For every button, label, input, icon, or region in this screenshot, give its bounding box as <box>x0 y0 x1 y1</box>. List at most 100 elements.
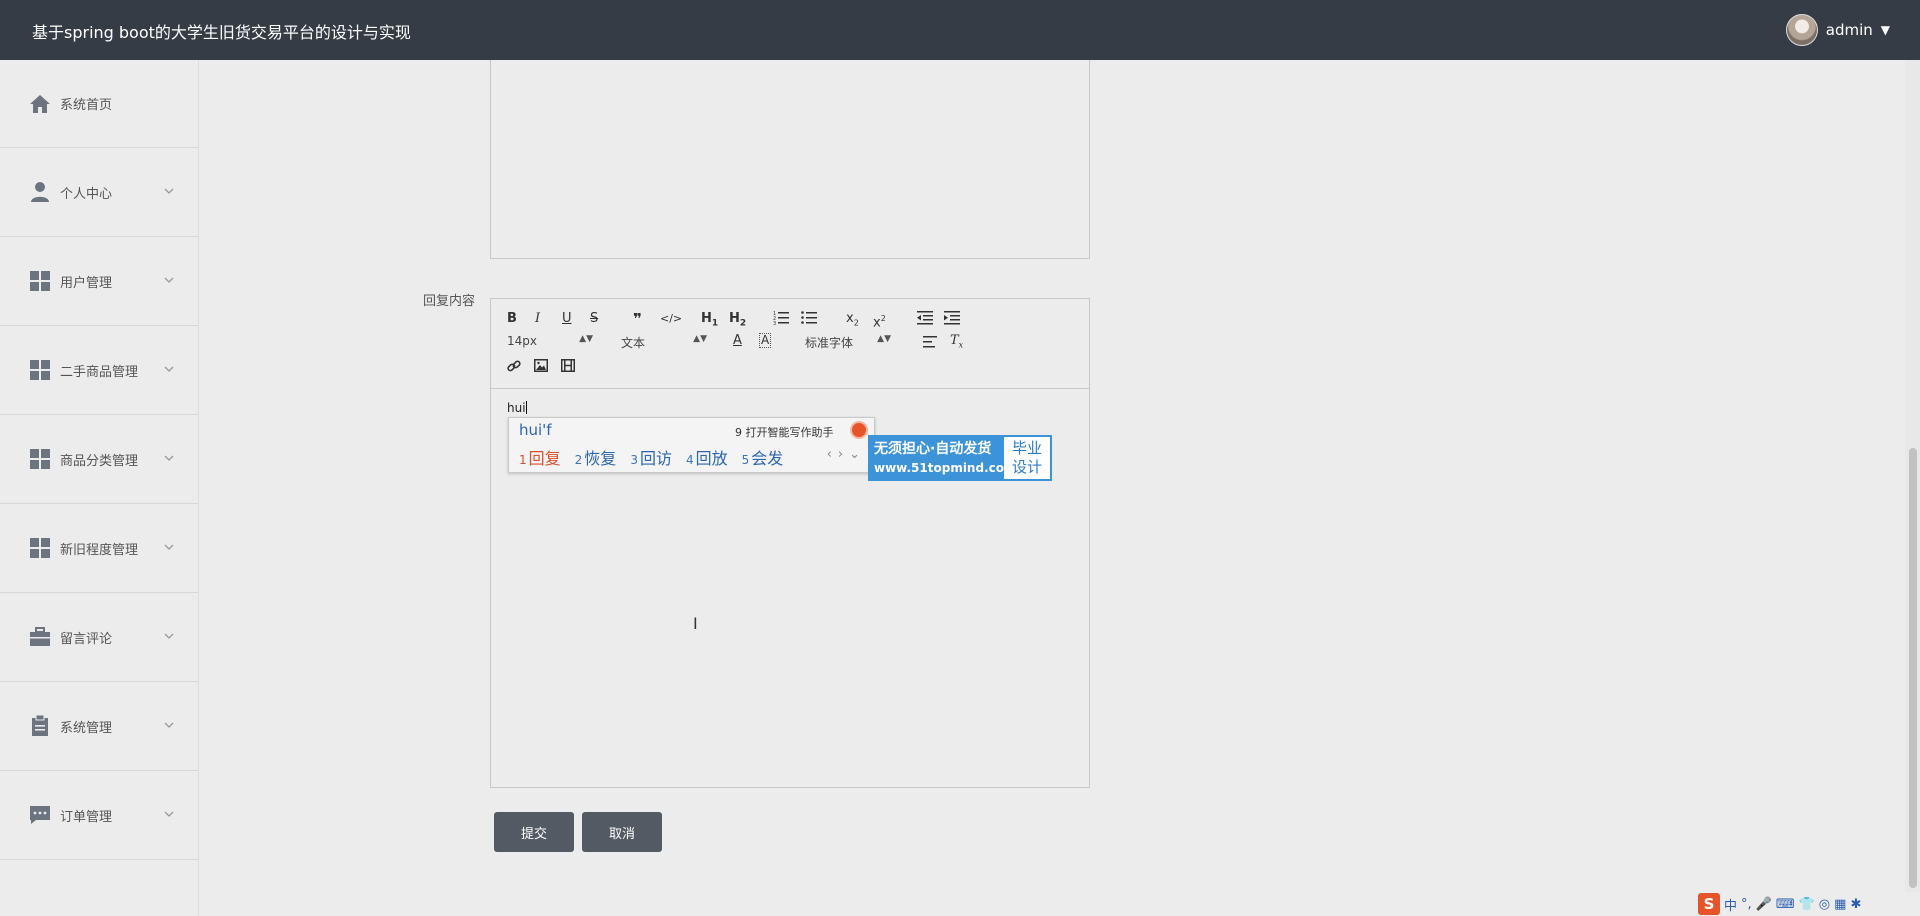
rich-text-editor[interactable]: B I U S ❞ </> H1 H2 123 x2 x2 14px ▲▼ 文本… <box>490 298 1090 788</box>
link-icon[interactable] <box>507 359 521 378</box>
grid-tools-icon[interactable]: ▦ <box>1834 897 1846 912</box>
ad-right-line1: 毕业 <box>1011 439 1042 457</box>
ime-page-arrows-icon[interactable]: ‹›⌄ <box>827 447 866 462</box>
chevron-down-icon <box>164 366 174 372</box>
sidebar-item-comments[interactable]: 留言评论 <box>0 593 198 682</box>
keyboard-icon[interactable]: ⌨ <box>1776 897 1795 912</box>
code-button[interactable]: </> <box>660 311 682 327</box>
strikethrough-button[interactable]: S <box>590 311 598 327</box>
text-type-value: 文本 <box>621 336 646 350</box>
ibeam-cursor-icon: I <box>693 614 698 633</box>
upper-editor-area[interactable] <box>490 60 1090 259</box>
top-header: 基于spring boot的大学生旧货交易平台的设计与实现 admin ▼ <box>0 0 1920 60</box>
sidebar-item-label: 系统管理 <box>60 720 113 736</box>
indent-icon[interactable] <box>944 309 960 330</box>
blockquote-button[interactable]: ❞ <box>633 311 642 327</box>
ime-candidate[interactable]: 1 回复 <box>519 445 561 469</box>
chevron-down-icon <box>164 544 174 550</box>
microphone-icon[interactable]: 🎤 <box>1756 897 1772 912</box>
grid-icon <box>28 358 52 382</box>
bullet-list-icon[interactable] <box>801 309 817 330</box>
ime-composition: hui'f <box>519 421 552 439</box>
skin-icon[interactable]: 👕 <box>1799 897 1815 912</box>
settings-icon[interactable]: ✱ <box>1850 897 1861 912</box>
ime-candidate[interactable]: 5 会发 <box>742 445 784 469</box>
select-arrows-icon: ▲▼ <box>579 334 593 344</box>
reply-content-label: 回复内容 <box>423 294 476 309</box>
outdent-icon[interactable] <box>917 309 933 330</box>
user-icon <box>28 180 52 204</box>
background-color-button[interactable]: A <box>759 333 772 348</box>
punctuation-icon[interactable]: °, <box>1741 897 1752 912</box>
ime-tray: S 中 °, 🎤 ⌨ 👕 ◎ ▦ ✱ <box>1694 892 1920 916</box>
select-arrows-icon: ▲▼ <box>693 334 707 344</box>
scrollbar-thumb[interactable] <box>1909 448 1917 888</box>
sogou-logo-icon[interactable]: S <box>1698 893 1720 915</box>
sidebar-item-label: 订单管理 <box>60 809 113 825</box>
text-type-select[interactable]: 文本 ▲▼ <box>621 334 707 351</box>
chevron-down-icon <box>164 188 174 194</box>
underline-button[interactable]: U <box>562 311 572 327</box>
heading1-button[interactable]: H1 <box>701 311 718 332</box>
emoji-icon[interactable]: ◎ <box>1819 897 1830 912</box>
submit-button[interactable]: 提交 <box>494 812 574 852</box>
chat-icon <box>28 803 52 827</box>
ad-right-line2: 设计 <box>1011 458 1042 476</box>
superscript-button[interactable]: x2 <box>873 311 886 331</box>
sidebar-item-system-management[interactable]: 系统管理 <box>0 682 198 771</box>
sidebar-item-order-management[interactable]: 订单管理 <box>0 771 198 860</box>
bold-button[interactable]: B <box>507 311 517 327</box>
image-icon[interactable] <box>534 359 548 377</box>
ime-candidate[interactable]: 4 回放 <box>686 445 728 469</box>
sidebar-item-secondhand-goods[interactable]: 二手商品管理 <box>0 326 198 415</box>
chevron-down-icon <box>164 455 174 461</box>
grid-icon <box>28 536 52 560</box>
text-caret <box>525 401 527 414</box>
sidebar-item-home[interactable]: 系统首页 <box>0 60 198 148</box>
cancel-button[interactable]: 取消 <box>582 812 662 852</box>
ime-candidate[interactable]: 2 恢复 <box>575 445 617 469</box>
font-size-select[interactable]: 14px ▲▼ <box>507 334 593 348</box>
font-color-button[interactable]: A <box>733 333 742 349</box>
clear-format-button[interactable]: Tx <box>950 333 963 354</box>
clipboard-icon <box>28 714 52 738</box>
avatar[interactable] <box>1785 14 1818 46</box>
grid-icon <box>28 447 52 471</box>
font-family-select[interactable]: 标准字体 ▲▼ <box>805 334 891 351</box>
editor-content[interactable]: hui <box>507 401 527 415</box>
watermark-ad: 无须担心·自动发货 www.51topmind.com 毕业 设计 <box>868 435 1052 481</box>
sidebar-item-condition-management[interactable]: 新旧程度管理 <box>0 504 198 593</box>
username[interactable]: admin <box>1826 21 1873 39</box>
sidebar: 系统首页 个人中心 用户管理 二手商品管理 商品分类管理 新旧程度管理 留言评论… <box>0 60 199 916</box>
sidebar-item-personal-center[interactable]: 个人中心 <box>0 148 198 237</box>
app-title: 基于spring boot的大学生旧货交易平台的设计与实现 <box>32 23 411 42</box>
heading2-button[interactable]: H2 <box>729 311 746 332</box>
select-arrows-icon: ▲▼ <box>877 334 891 344</box>
page-scrollbar[interactable] <box>1905 60 1920 916</box>
sidebar-item-label: 商品分类管理 <box>60 453 139 469</box>
ime-candidate[interactable]: 3 回访 <box>630 445 672 469</box>
ime-candidate-window: hui'f 9 打开智能写作助手 1 回复 2 恢复 3 回访 4 回放 5 会发 ‹›⌄ <box>508 417 875 473</box>
ordered-list-icon[interactable]: 123 <box>773 309 789 330</box>
subscript-button[interactable]: x2 <box>846 311 859 332</box>
ime-lang-toggle[interactable]: 中 <box>1724 895 1737 914</box>
video-icon[interactable] <box>561 359 575 377</box>
user-menu[interactable]: admin ▼ <box>1785 14 1890 46</box>
italic-button[interactable]: I <box>535 311 540 327</box>
chevron-down-icon <box>164 811 174 817</box>
sidebar-item-label: 系统首页 <box>60 98 113 113</box>
sidebar-item-category-management[interactable]: 商品分类管理 <box>0 415 198 504</box>
chevron-down-icon <box>164 722 174 728</box>
ad-right-panel: 毕业 设计 <box>1004 437 1050 479</box>
sidebar-item-user-management[interactable]: 用户管理 <box>0 237 198 326</box>
home-icon <box>28 92 52 116</box>
chevron-down-icon <box>164 277 174 283</box>
editor-toolbar: B I U S ❞ </> H1 H2 123 x2 x2 14px ▲▼ 文本… <box>491 299 1089 389</box>
ime-logo-icon[interactable] <box>850 421 868 439</box>
align-left-icon[interactable] <box>923 335 937 354</box>
editor-text: hui <box>507 401 526 415</box>
font-family-value: 标准字体 <box>805 336 854 350</box>
ime-assistant-hint[interactable]: 9 打开智能写作助手 <box>735 424 834 440</box>
chevron-down-icon <box>164 633 174 639</box>
caret-down-icon[interactable]: ▼ <box>1881 23 1890 37</box>
